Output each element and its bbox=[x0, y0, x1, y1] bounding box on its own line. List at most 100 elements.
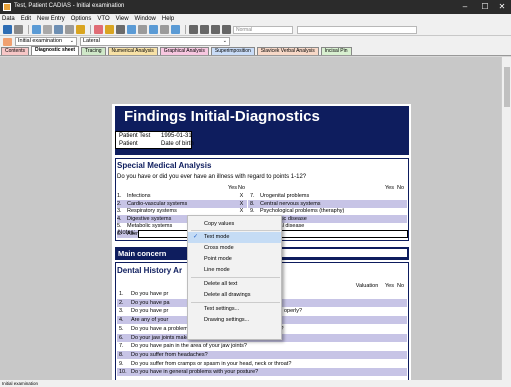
context-menu-item-point-mode[interactable]: Point mode bbox=[188, 254, 281, 265]
tool-icon[interactable] bbox=[94, 25, 103, 34]
help-icon[interactable] bbox=[76, 25, 85, 34]
context-menu-item-line-mode[interactable]: Line mode bbox=[188, 265, 281, 276]
toolbar-separator bbox=[90, 25, 91, 34]
menu-help[interactable]: Help bbox=[162, 16, 174, 22]
context-menu-label: Line mode bbox=[204, 267, 230, 273]
item-number: 2. bbox=[119, 299, 124, 306]
tool-icon[interactable] bbox=[171, 25, 180, 34]
print-icon[interactable] bbox=[65, 25, 74, 34]
font-style-input[interactable]: Normal bbox=[233, 25, 293, 34]
window-titlebar: Test, Patient CADIAS - Initial examinati… bbox=[0, 0, 511, 14]
item-label: Urogenital problems bbox=[260, 193, 310, 199]
menu-window[interactable]: Window bbox=[135, 16, 156, 22]
document-title: Findings Initial-Diagnostics bbox=[124, 108, 320, 125]
tool-icon[interactable] bbox=[116, 25, 125, 34]
item-label: Psychological problems (theraphy) bbox=[260, 208, 345, 214]
tab-superimposition[interactable]: Superimposition bbox=[210, 47, 255, 55]
yes-header-left: Yes bbox=[228, 185, 237, 191]
paste-icon[interactable] bbox=[54, 25, 63, 34]
menu-edit[interactable]: Edit bbox=[21, 16, 31, 22]
context-menu-item-drawing-settings[interactable]: Drawing settings... bbox=[188, 315, 281, 326]
exam-select[interactable]: Initial examination ⌄ bbox=[15, 37, 77, 46]
menu-data[interactable]: Data bbox=[2, 16, 15, 22]
tool-icon[interactable] bbox=[149, 25, 158, 34]
dental-yes-header: Yes bbox=[385, 283, 394, 289]
item-label: Central nervous systems bbox=[260, 200, 321, 207]
view-select-value: Lateral bbox=[83, 38, 100, 44]
copy-icon[interactable] bbox=[43, 25, 52, 34]
toolbar-separator bbox=[28, 25, 29, 34]
item-label: Cardio-vascular systems bbox=[127, 200, 188, 207]
yes-header-right: Yes bbox=[385, 185, 394, 191]
dob-label: Date of birth bbox=[161, 141, 194, 147]
stop-icon[interactable] bbox=[211, 25, 220, 34]
notes-label: Notes: bbox=[118, 230, 136, 236]
item-number: 3. bbox=[119, 308, 124, 315]
tab-contents[interactable]: Contents bbox=[1, 47, 30, 55]
tab-slavicek-verbal-analysis[interactable]: Slavicek Verbal Analysis bbox=[256, 47, 319, 55]
tab-incisal-pin[interactable]: Incisal Pin bbox=[320, 47, 352, 55]
tool-icon[interactable] bbox=[138, 25, 147, 34]
item-number: 7. bbox=[119, 343, 124, 350]
patient-info-box: Patient Test 1995-01-31 Patient Date of … bbox=[115, 131, 194, 149]
question-text: Are any of your bbox=[131, 317, 169, 324]
context-menu-separator bbox=[191, 277, 280, 278]
item-number: 9. bbox=[119, 360, 124, 367]
item-label: Respiratory systems bbox=[127, 208, 177, 214]
font-size-input[interactable] bbox=[297, 25, 417, 34]
question-text: Do you have in general problems with you… bbox=[131, 369, 259, 376]
tab-numerical-analysis[interactable]: Numerical Analysis bbox=[107, 47, 158, 55]
dental-history-title: Dental History Ar bbox=[117, 266, 183, 275]
minimize-button[interactable]: – bbox=[455, 1, 475, 12]
dental-history-row: 10. Do you have in general problems with … bbox=[117, 368, 407, 377]
scrollbar-thumb[interactable] bbox=[504, 67, 510, 107]
menu-options[interactable]: Options bbox=[71, 16, 92, 22]
next-icon[interactable] bbox=[222, 25, 231, 34]
question-text-tail: operly? bbox=[284, 308, 303, 315]
undo-icon[interactable] bbox=[14, 25, 23, 34]
tool-icon[interactable] bbox=[160, 25, 169, 34]
menu-view[interactable]: View bbox=[116, 16, 129, 22]
tab-graphical-analysis[interactable]: Graphical Analysis bbox=[159, 47, 209, 55]
patient-name: Patient Test bbox=[119, 133, 151, 139]
view-select[interactable]: Lateral ⌄ bbox=[80, 37, 230, 46]
tab-tracing[interactable]: Tracing bbox=[81, 47, 106, 55]
context-menu-item-cross-mode[interactable]: Cross mode bbox=[188, 243, 281, 254]
close-button[interactable]: ✕ bbox=[492, 1, 511, 12]
menu-vto[interactable]: VTO bbox=[97, 16, 109, 22]
item-number: 8. bbox=[119, 351, 124, 358]
context-menu: Copy values ✓ Text mode Cross mode Point mod… bbox=[187, 215, 282, 340]
dental-history-row: 9. Do you suffer from cramps or spasm in … bbox=[117, 360, 407, 368]
question-text: Do you suffer from headaches? bbox=[131, 351, 208, 358]
context-menu-item-delete-all-text[interactable]: Delete all text bbox=[188, 279, 281, 290]
main-concern-field[interactable] bbox=[267, 249, 407, 257]
chevron-down-icon: ⌄ bbox=[222, 38, 227, 44]
save-icon[interactable] bbox=[3, 25, 12, 34]
play-icon[interactable] bbox=[189, 25, 198, 34]
context-menu-label: Text mode bbox=[204, 234, 230, 240]
context-menu-item-copy-values[interactable]: Copy values bbox=[188, 219, 281, 230]
window-title: Test, Patient CADIAS - Initial examinati… bbox=[14, 3, 125, 9]
cut-icon[interactable] bbox=[32, 25, 41, 34]
dental-history-row: 8. Do you suffer from headaches? bbox=[117, 350, 407, 359]
item-number: 10. bbox=[119, 369, 127, 376]
item-label: Digestive systems bbox=[127, 215, 172, 222]
toolbar: Normal bbox=[0, 24, 511, 36]
question-text: Do you have pa bbox=[131, 299, 170, 306]
status-bar: Initial examination bbox=[0, 380, 511, 387]
context-menu-item-text-mode[interactable]: ✓ Text mode bbox=[188, 232, 281, 243]
pause-icon[interactable] bbox=[200, 25, 209, 34]
context-menu-label: Copy values bbox=[204, 221, 235, 227]
tool-icon[interactable] bbox=[105, 25, 114, 34]
exam-select-value: Initial examination bbox=[18, 38, 63, 44]
question-text: Do you have pr bbox=[131, 291, 169, 297]
menu-new-entry[interactable]: New Entry bbox=[37, 16, 65, 22]
context-menu-item-text-settings[interactable]: Text settings... bbox=[188, 304, 281, 315]
dental-no-header: No bbox=[396, 283, 405, 289]
document-tabs: Contents Diagnostic sheet Tracing Numeri… bbox=[0, 46, 511, 56]
context-menu-label: Delete all text bbox=[204, 281, 238, 287]
tool-icon[interactable] bbox=[127, 25, 136, 34]
tab-diagnostic-sheet[interactable]: Diagnostic sheet bbox=[31, 46, 80, 55]
vertical-scrollbar[interactable] bbox=[501, 57, 511, 380]
context-menu-item-delete-all-drawings[interactable]: Delete all drawings bbox=[188, 290, 281, 301]
